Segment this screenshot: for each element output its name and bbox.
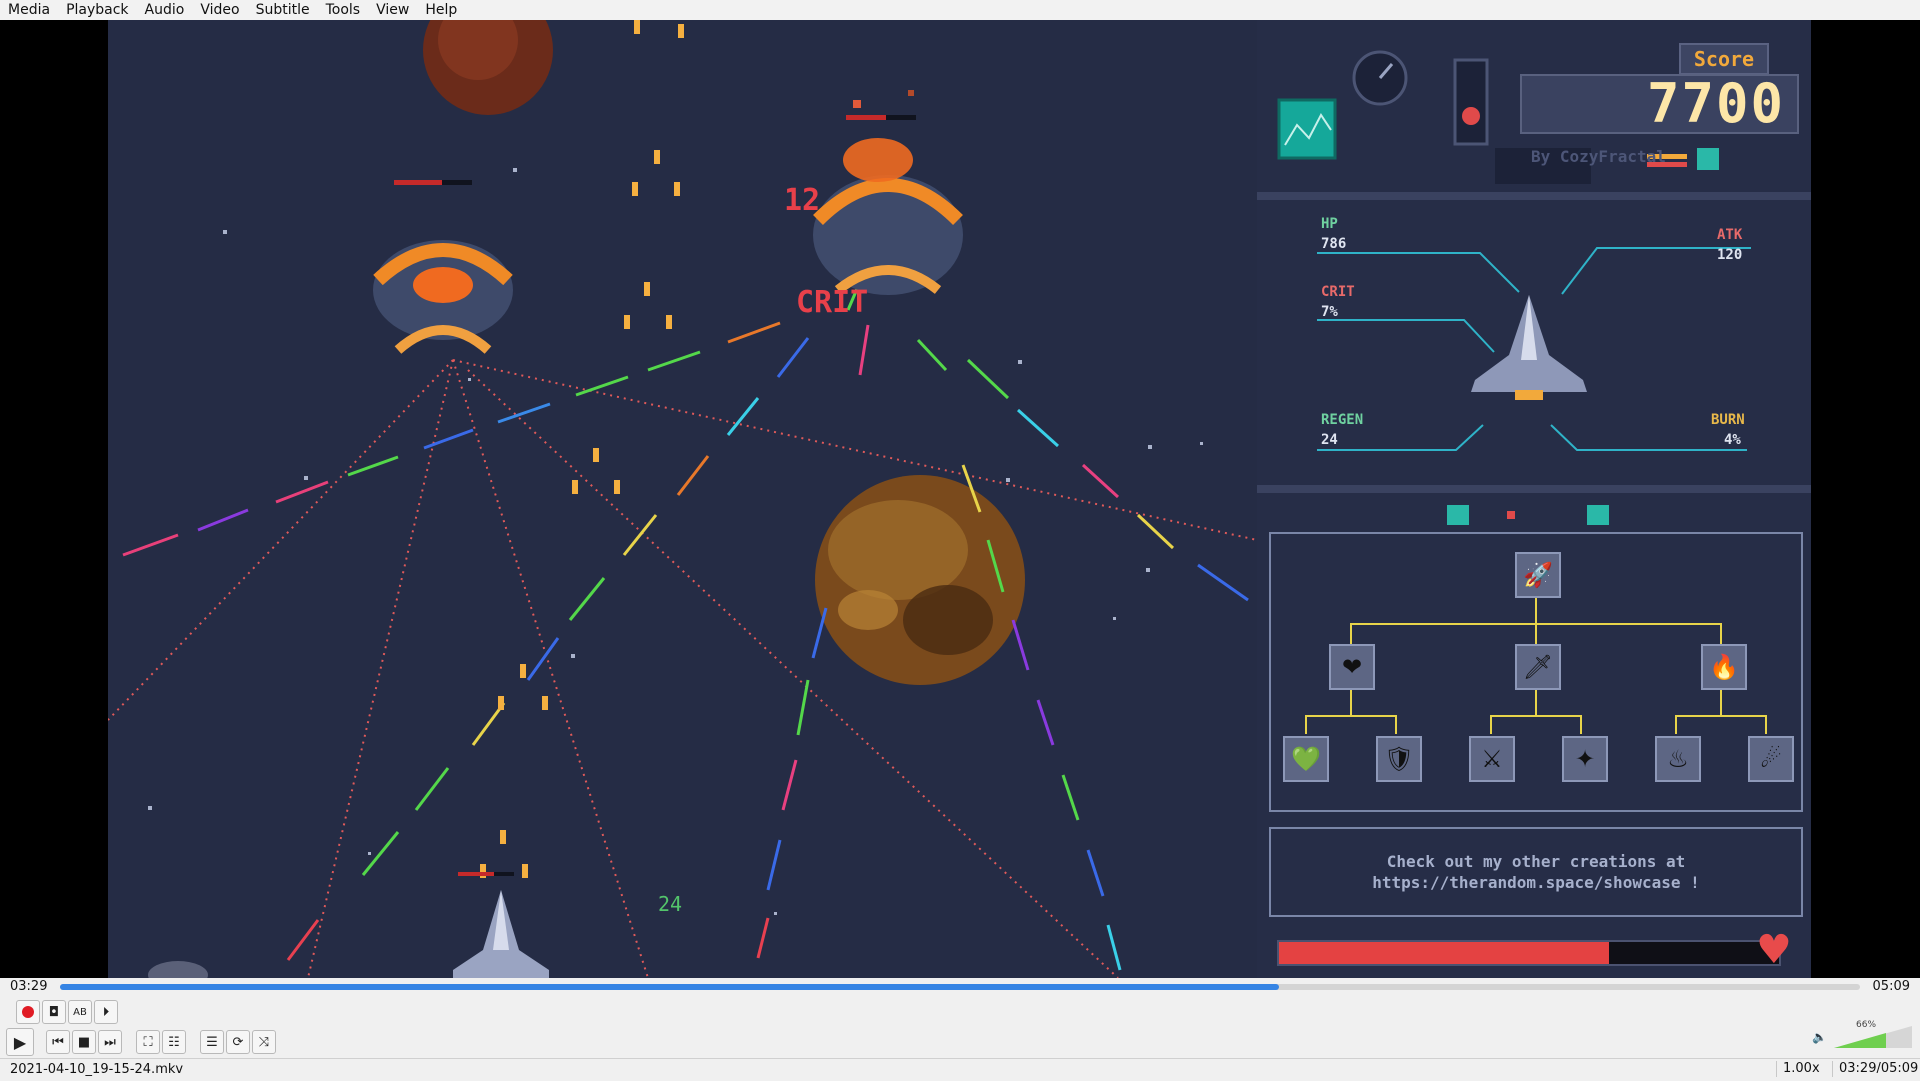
volume-percent: 66% [1856, 1020, 1877, 1030]
skill-burn-crit-icon[interactable]: ☄ [1748, 736, 1794, 782]
skill-crit-icon[interactable]: ✦ [1562, 736, 1608, 782]
next-icon: ⏭ [104, 1034, 116, 1050]
stat-burn-value: 4% [1724, 432, 1741, 448]
playback-speed[interactable]: 1.00x [1776, 1061, 1820, 1077]
skill-shield-icon[interactable]: 🛡 [1376, 736, 1422, 782]
stat-regen-label: REGEN [1321, 412, 1364, 428]
previous-icon: ⏮ [52, 1034, 64, 1050]
stop-button[interactable]: ■ [72, 1030, 96, 1054]
regen-popup: 24 [658, 892, 683, 916]
damage-number: 12 [784, 183, 821, 218]
menu-media[interactable]: Media [0, 0, 58, 20]
skill-sword-icon[interactable]: 🗡 [1515, 644, 1561, 690]
loop-icon: ⟳ [232, 1034, 244, 1050]
loop-button[interactable]: ⟳ [226, 1030, 250, 1054]
enemy-ship-right [813, 90, 963, 295]
speaker-icon: 🔈 [1812, 1030, 1827, 1044]
seek-bar-progress [60, 984, 1279, 990]
play-icon: ▶ [13, 1032, 27, 1052]
fullscreen-button[interactable]: ⛶ [136, 1030, 160, 1054]
snapshot-button[interactable]: ◘ [42, 1000, 66, 1024]
skill-regen-icon[interactable]: 💚 [1283, 736, 1329, 782]
timeline: 03:29 05:09 [0, 978, 1920, 996]
menu-help[interactable]: Help [417, 0, 465, 20]
laser-streaks [122, 281, 1249, 971]
stat-hp-value: 786 [1321, 236, 1347, 252]
score-value: 7700 [1646, 72, 1785, 135]
frame-step-icon: ⏵ [102, 1004, 110, 1020]
skill-root-icon[interactable]: 🚀 [1515, 552, 1561, 598]
aim-lines [108, 359, 1257, 978]
message-box: Check out my other creations at https://… [1269, 827, 1803, 917]
credit-text: By CozyFractal [1531, 147, 1666, 166]
extended-settings-button[interactable]: ☷ [162, 1030, 186, 1054]
message-line-2: https://therandom.space/showcase ! [1372, 873, 1700, 892]
stat-regen-value: 24 [1321, 432, 1338, 448]
stat-crit-label: CRIT [1321, 284, 1355, 300]
asteroid [148, 961, 208, 978]
menu-audio[interactable]: Audio [137, 0, 193, 20]
skill-atk-up-icon[interactable]: ⚔ [1469, 736, 1515, 782]
frame-step-button[interactable]: ⏵ [94, 1000, 118, 1024]
shuffle-button[interactable]: ⤨ [252, 1030, 276, 1054]
camera-icon: ◘ [48, 1004, 60, 1020]
seek-bar[interactable] [60, 984, 1860, 990]
time-elapsed: 03:29 [10, 979, 48, 994]
hud-divider [1257, 485, 1811, 525]
hp-bar-fill [1279, 942, 1609, 964]
heart-icon: ♥ [1756, 927, 1792, 973]
battlefield [108, 20, 1257, 978]
volume-control[interactable]: 🔈 66% [1812, 1020, 1916, 1050]
stat-atk-value: 120 [1717, 247, 1743, 263]
skill-fire-icon[interactable]: 🔥 [1701, 644, 1747, 690]
menu-bar: Media Playback Audio Video Subtitle Tool… [0, 0, 1920, 20]
skill-heart-icon[interactable]: ❤ [1329, 644, 1375, 690]
stat-hp-label: HP [1321, 216, 1338, 232]
status-bar: 2021-04-10_19-15-24.mkv 1.00x 03:29/05:0… [0, 1058, 1920, 1081]
playlist-button[interactable]: ☰ [200, 1030, 224, 1054]
play-button[interactable]: ▶ [6, 1028, 34, 1056]
skill-tree: 🚀 ❤ 🗡 🔥 💚 🛡 ⚔ ✦ ♨ ☄ [1269, 532, 1803, 812]
stop-icon: ■ [77, 1034, 91, 1050]
stat-crit-value: 7% [1321, 304, 1338, 320]
menu-view[interactable]: View [368, 0, 417, 20]
stat-burn-label: BURN [1711, 412, 1745, 428]
skill-burn-up-icon[interactable]: ♨ [1655, 736, 1701, 782]
menu-subtitle[interactable]: Subtitle [248, 0, 318, 20]
equalizer-icon: ☷ [168, 1034, 180, 1050]
loop-ab-button[interactable]: AB [68, 1000, 92, 1024]
score-box: 7700 [1520, 74, 1799, 134]
hp-bar [1277, 940, 1781, 966]
status-filename: 2021-04-10_19-15-24.mkv [10, 1062, 184, 1077]
game-frame: 12 CRIT 24 Score 7700 By CozyFractal HP … [108, 20, 1811, 978]
status-time[interactable]: 03:29/05:09 [1832, 1061, 1918, 1077]
time-total: 05:09 [1872, 979, 1910, 994]
playlist-icon: ☰ [206, 1034, 218, 1050]
record-icon [22, 1006, 34, 1018]
record-button[interactable] [16, 1000, 40, 1024]
shuffle-icon: ⤨ [258, 1034, 270, 1050]
control-bar: ◘ AB ⏵ ▶ ⏮ ■ ⏭ ⛶ ☷ ☰ ⟳ ⤨ [0, 996, 1920, 1058]
player-ship [453, 872, 549, 978]
menu-video[interactable]: Video [192, 0, 247, 20]
enemy-ship-left [373, 180, 513, 354]
stars [148, 168, 1203, 915]
next-button[interactable]: ⏭ [98, 1030, 122, 1054]
message-line-1: Check out my other creations at [1386, 852, 1686, 871]
menu-tools[interactable]: Tools [318, 0, 369, 20]
video-area[interactable]: 12 CRIT 24 Score 7700 By CozyFractal HP … [0, 20, 1920, 978]
previous-button[interactable]: ⏮ [46, 1030, 70, 1054]
loop-ab-icon: AB [73, 1006, 87, 1018]
menu-playback[interactable]: Playback [58, 0, 136, 20]
planet-center [815, 475, 1025, 685]
crit-popup: CRIT [796, 285, 869, 320]
score-title: Score [1679, 43, 1769, 75]
stat-atk-label: ATK [1717, 227, 1743, 243]
enemy-bullets [480, 20, 684, 878]
fullscreen-icon: ⛶ [143, 1034, 153, 1050]
